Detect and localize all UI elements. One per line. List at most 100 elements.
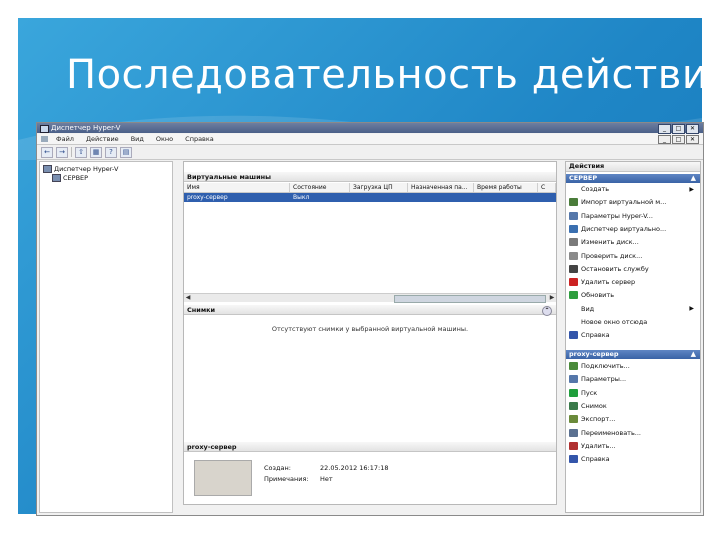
connect-icon	[569, 362, 578, 370]
console-menu-icon[interactable]	[41, 136, 48, 142]
export-icon	[569, 415, 578, 424]
actions-group-server-label: СЕРВЕР	[569, 174, 598, 182]
center-pane: Виртуальные машины Имя Состояние Загрузк…	[183, 161, 557, 505]
action-item[interactable]: Изменить диск...	[566, 237, 700, 247]
action-item[interactable]: Новое окно отсюда	[566, 317, 700, 327]
action-item[interactable]: Подключить...	[566, 361, 700, 371]
properties-icon[interactable]: ▤	[120, 146, 132, 158]
submenu-arrow-icon: ▶	[689, 185, 694, 193]
menu-help[interactable]: Справка	[185, 135, 214, 143]
help-icon[interactable]: ?	[105, 146, 117, 158]
window-title: Диспетчер Hyper-V	[51, 124, 121, 132]
notes-value: Нет	[320, 475, 333, 483]
action-label: Пуск	[581, 388, 598, 397]
action-item[interactable]: Создать ▶	[566, 184, 700, 194]
action-label: Удалить сервер	[581, 278, 636, 287]
console-tree: Диспетчер Hyper-V СЕРВЕР	[39, 161, 173, 513]
action-label: Экспорт...	[581, 415, 616, 424]
close-button[interactable]: ✕	[686, 124, 699, 134]
action-item[interactable]: Пуск	[566, 388, 700, 398]
action-label: Подключить...	[581, 362, 630, 370]
action-item[interactable]: Снимок	[566, 401, 700, 411]
collapse-icon[interactable]: ⌃	[542, 306, 552, 316]
col-uptime[interactable]: Время работы	[474, 183, 538, 192]
actions-pane: Действия СЕРВЕР ▲ Создать ▶ Импорт виртуал…	[565, 161, 701, 513]
action-item[interactable]: Справка	[566, 454, 700, 464]
created-label: Создан:	[264, 464, 291, 472]
settings-icon	[569, 211, 578, 220]
action-item[interactable]: Остановить службу	[566, 264, 700, 274]
vm-row[interactable]: proxy-сервер Выкл	[184, 193, 556, 202]
menu-file[interactable]: Файл	[56, 135, 74, 143]
action-item[interactable]: Удалить...	[566, 441, 700, 451]
menu-view[interactable]: Вид	[131, 135, 144, 143]
action-item[interactable]: Проверить диск...	[566, 251, 700, 261]
action-item[interactable]: Удалить сервер	[566, 277, 700, 287]
show-tree-icon[interactable]: ▦	[90, 146, 102, 158]
toolbar: ← → ⇧ ▦ ? ▤	[37, 145, 703, 160]
import-icon	[569, 198, 578, 207]
slide-title: Последовательность действий	[66, 52, 720, 98]
action-label: Вид	[581, 304, 595, 313]
action-label: Диспетчер виртуально...	[581, 224, 667, 233]
menu-action[interactable]: Действие	[86, 135, 119, 143]
vm-state: Выкл	[293, 194, 310, 201]
maximize-button[interactable]: □	[672, 124, 685, 134]
col-cpu[interactable]: Загрузка ЦП	[350, 183, 408, 192]
vm-name: proxy-сервер	[187, 194, 228, 201]
action-item[interactable]: Вид ▶	[566, 304, 700, 314]
scroll-right-icon[interactable]: ▶	[548, 294, 556, 302]
col-state[interactable]: Состояние	[290, 183, 350, 192]
menu-window[interactable]: Окно	[156, 135, 173, 143]
collapse-up-icon[interactable]: ▲	[691, 350, 696, 359]
actions-group-vm-label: proxy-сервер	[569, 350, 619, 358]
delete-icon	[569, 441, 578, 450]
action-label: Изменить диск...	[581, 238, 639, 247]
disk-edit-icon	[569, 238, 578, 247]
server-icon	[52, 174, 61, 182]
back-arrow-icon[interactable]: ←	[41, 146, 53, 158]
minimize-button[interactable]: _	[658, 124, 671, 134]
col-status[interactable]: С	[538, 183, 556, 192]
disk-check-icon	[569, 251, 578, 260]
forward-arrow-icon[interactable]: →	[56, 146, 68, 158]
col-name[interactable]: Имя	[184, 183, 290, 192]
tree-item-hyperv-manager[interactable]: Диспетчер Hyper-V	[43, 165, 118, 173]
created-value: 22.05.2012 16:17:18	[320, 464, 389, 472]
actions-group-server[interactable]: СЕРВЕР ▲	[566, 174, 700, 183]
action-label: Переименовать...	[581, 428, 641, 437]
inner-restore-button[interactable]: □	[672, 135, 685, 144]
tree-root-label: Диспетчер Hyper-V	[54, 165, 119, 173]
vm-status	[538, 193, 556, 202]
hyperv-window: Диспетчер Hyper-V _ □ ✕ Файл Действие Ви…	[36, 122, 704, 516]
action-item[interactable]: Параметры...	[566, 374, 700, 384]
collapse-up-icon[interactable]: ▲	[691, 174, 696, 183]
action-item[interactable]: Справка	[566, 330, 700, 340]
action-label: Остановить службу	[581, 264, 649, 273]
action-label: Параметры...	[581, 375, 627, 384]
col-memory[interactable]: Назначенная па...	[408, 183, 474, 192]
snapshots-empty-text: Отсутствуют снимки у выбранной виртуальн…	[271, 325, 469, 333]
app-icon	[40, 125, 49, 133]
network-icon	[569, 224, 578, 233]
vm-uptime	[474, 193, 538, 202]
scroll-left-icon[interactable]: ◀	[184, 294, 192, 302]
inner-minimize-button[interactable]: _	[658, 135, 671, 144]
action-item[interactable]: Обновить	[566, 290, 700, 300]
action-item[interactable]: Переименовать...	[566, 428, 700, 438]
actions-group-vm[interactable]: proxy-сервер ▲	[566, 350, 700, 359]
inner-close-button[interactable]: ✕	[686, 135, 699, 144]
action-label: Удалить...	[581, 441, 616, 450]
tree-item-server[interactable]: СЕРВЕР	[52, 174, 88, 182]
submenu-arrow-icon: ▶	[689, 305, 694, 313]
scroll-thumb[interactable]	[394, 295, 546, 303]
window-titlebar: Диспетчер Hyper-V _ □ ✕	[37, 123, 703, 134]
vm-horizontal-scrollbar[interactable]: ◀ ▶	[184, 293, 556, 303]
action-item[interactable]: Диспетчер виртуально...	[566, 224, 700, 234]
up-level-icon[interactable]: ⇧	[75, 146, 87, 158]
action-item[interactable]: Экспорт...	[566, 414, 700, 424]
action-label: Обновить	[581, 291, 615, 300]
vm-cpu	[350, 193, 408, 202]
action-item[interactable]: Параметры Hyper-V...	[566, 211, 700, 221]
action-item[interactable]: Импорт виртуальной м...	[566, 197, 700, 207]
